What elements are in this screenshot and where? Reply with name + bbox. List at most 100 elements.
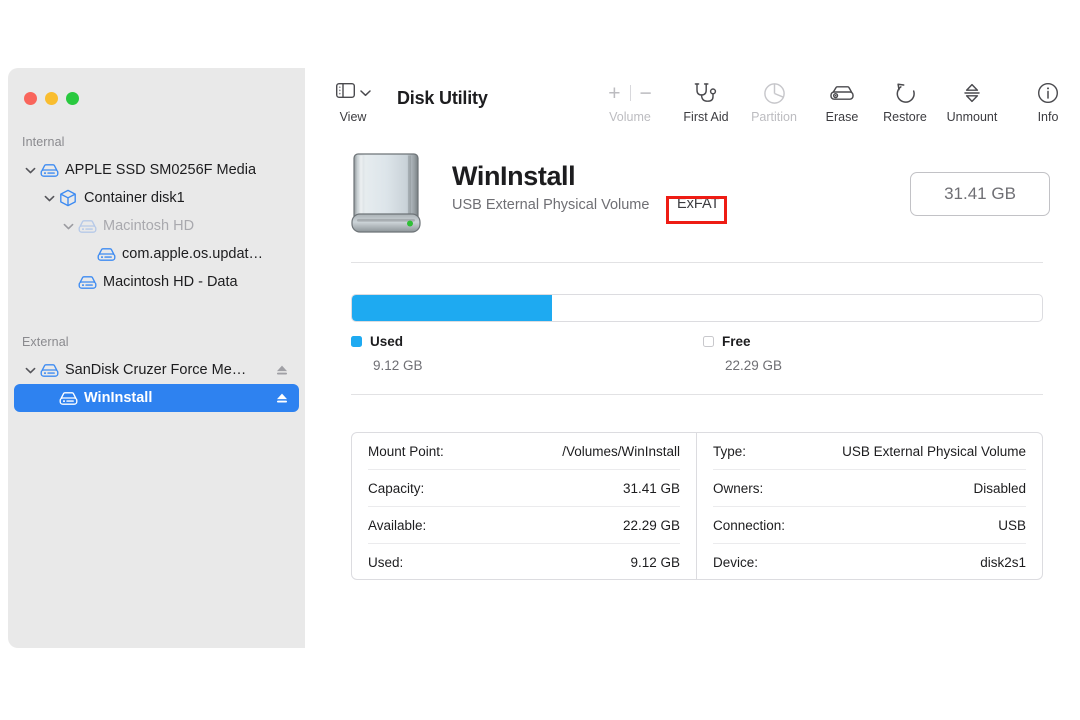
- storage-usage-bar: [351, 294, 1043, 322]
- info-key: Available:: [368, 517, 427, 533]
- info-value: USB External Physical Volume: [842, 443, 1026, 459]
- chevron-down-icon[interactable]: [60, 222, 76, 231]
- info-row: Available: 22.29 GB: [368, 507, 680, 544]
- toolbar-button-partition: Partition: [743, 80, 805, 124]
- chevron-down-icon[interactable]: [22, 166, 38, 175]
- drive-icon: [57, 391, 79, 406]
- legend-used-swatch: [351, 336, 362, 347]
- volume-separator: [629, 85, 631, 101]
- volume-label: Volume: [609, 110, 651, 124]
- disk-utility-window: Internal External APPLE SSD SM0256F Medi…: [8, 68, 1072, 648]
- zoom-button[interactable]: [66, 92, 79, 105]
- sidebar-section-external-header: External: [22, 335, 69, 349]
- volume-signs: + −: [608, 80, 652, 106]
- legend-used-label: Used: [370, 334, 404, 349]
- legend-free-value: 22.29 GB: [725, 358, 783, 373]
- info-key: Owners:: [713, 480, 764, 496]
- info-key: Mount Point:: [368, 443, 444, 459]
- info-value: 31.41 GB: [622, 480, 680, 496]
- info-column-right: Type: USB External Physical Volume Owners:…: [697, 433, 1042, 579]
- toolbar-button-info[interactable]: Info: [1017, 80, 1072, 124]
- info-column-left: Mount Point: /Volumes/WinInstall Capacity:…: [352, 433, 697, 579]
- info-value: 9.12 GB: [630, 554, 680, 570]
- sidebar-item-wininstall[interactable]: WinInstall: [14, 384, 299, 412]
- chevron-down-icon[interactable]: [41, 194, 57, 203]
- sidebar-item-label: Macintosh HD - Data: [103, 274, 238, 290]
- info-row: Device: disk2s1: [713, 544, 1026, 579]
- legend-free-top: Free: [703, 334, 782, 349]
- info-row: Capacity: 31.41 GB: [368, 470, 680, 507]
- eject-icon[interactable]: [275, 363, 289, 377]
- external-drive-icon: [350, 152, 422, 241]
- restore-arrow-icon: [894, 80, 917, 106]
- divider-bottom: [351, 394, 1043, 395]
- info-key: Capacity:: [368, 480, 425, 496]
- minimize-button[interactable]: [45, 92, 58, 105]
- toolbar-button-label: First Aid: [683, 110, 729, 124]
- pie-chart-icon: [763, 80, 786, 106]
- container-box-icon: [57, 189, 79, 207]
- toolbar-button-restore[interactable]: Restore: [874, 80, 936, 124]
- sidebar-item-macintosh-hd[interactable]: Macintosh HD: [14, 212, 299, 240]
- volume-remove-icon[interactable]: −: [640, 83, 652, 104]
- info-value: disk2s1: [980, 554, 1026, 570]
- toolbar-button-erase[interactable]: Erase: [811, 80, 873, 124]
- chevron-down-icon: [359, 84, 371, 102]
- sidebar-item-com-apple-os-updat[interactable]: com.apple.os.updat…: [14, 240, 299, 268]
- sidebar-item-sandisk-cruzer-force-me[interactable]: SanDisk Cruzer Force Me…: [14, 356, 299, 384]
- sidebar-item-apple-ssd-sm0256f-media[interactable]: APPLE SSD SM0256F Media: [14, 156, 299, 184]
- toolbar-button-label: Restore: [883, 110, 927, 124]
- legend-used-value: 9.12 GB: [373, 358, 423, 373]
- unmount-arrows-icon: [961, 80, 983, 106]
- info-key: Connection:: [713, 517, 786, 533]
- volume-add-icon[interactable]: +: [608, 83, 620, 104]
- legend-used: Used 9.12 GB: [351, 334, 423, 373]
- info-value: Disabled: [973, 480, 1026, 496]
- info-key: Device:: [713, 554, 759, 570]
- view-glyph-group: [335, 80, 371, 106]
- info-row: Used: 9.12 GB: [368, 544, 680, 579]
- info-row: Type: USB External Physical Volume: [713, 433, 1026, 470]
- toolbar-button-unmount[interactable]: Unmount: [941, 80, 1003, 124]
- volume-controls[interactable]: + − Volume: [597, 80, 663, 125]
- sidebar-section-internal-header: Internal: [22, 135, 65, 149]
- toolbar-button-label: Unmount: [946, 110, 998, 124]
- sidebar-item-label: APPLE SSD SM0256F Media: [65, 162, 257, 178]
- drive-icon: [38, 363, 60, 378]
- toolbar-button-label: Info: [1037, 110, 1059, 124]
- legend-free-swatch: [703, 336, 714, 347]
- filesystem-highlight-annotation: [666, 196, 727, 224]
- chevron-down-icon[interactable]: [22, 366, 38, 375]
- info-value: 22.29 GB: [622, 517, 680, 533]
- view-label: View: [339, 110, 367, 124]
- toolbar-button-label: Partition: [751, 110, 797, 124]
- volume-info-panel: Mount Point: /Volumes/WinInstall Capacity:…: [351, 432, 1043, 580]
- sidebar-item-macintosh-hd-data[interactable]: Macintosh HD - Data: [14, 268, 299, 296]
- content-area: View Disk Utility + − Volume First Aid P…: [305, 68, 1072, 648]
- info-key: Type:: [713, 443, 747, 459]
- window-controls: [24, 92, 79, 105]
- eject-icon[interactable]: [275, 391, 289, 405]
- sidebar-item-label: WinInstall: [84, 390, 153, 406]
- info-row: Owners: Disabled: [713, 470, 1026, 507]
- info-row: Mount Point: /Volumes/WinInstall: [368, 433, 680, 470]
- info-row: Connection: USB: [713, 507, 1026, 544]
- volume-subtitle: USB External Physical Volume: [452, 197, 650, 213]
- sidebar-item-container-disk1[interactable]: Container disk1: [14, 184, 299, 212]
- view-button[interactable]: View: [321, 80, 385, 124]
- toolbar-button-first-aid[interactable]: First Aid: [675, 80, 737, 124]
- info-value: USB: [998, 517, 1026, 533]
- close-button[interactable]: [24, 92, 37, 105]
- sidebar-item-label: SanDisk Cruzer Force Me…: [65, 362, 247, 378]
- sidebar-item-label: Container disk1: [84, 190, 185, 206]
- erase-disk-icon: [829, 80, 855, 106]
- volume-name: WinInstall: [452, 161, 576, 191]
- drive-icon: [38, 163, 60, 178]
- storage-used-fill: [352, 295, 553, 321]
- drive-icon: [76, 219, 98, 234]
- toolbar: View Disk Utility + − Volume First Aid P…: [305, 68, 1072, 140]
- info-value: /Volumes/WinInstall: [562, 443, 680, 459]
- sidebar-layout-icon: [335, 82, 355, 103]
- legend-free: Free 22.29 GB: [703, 334, 782, 373]
- divider-top: [351, 262, 1043, 263]
